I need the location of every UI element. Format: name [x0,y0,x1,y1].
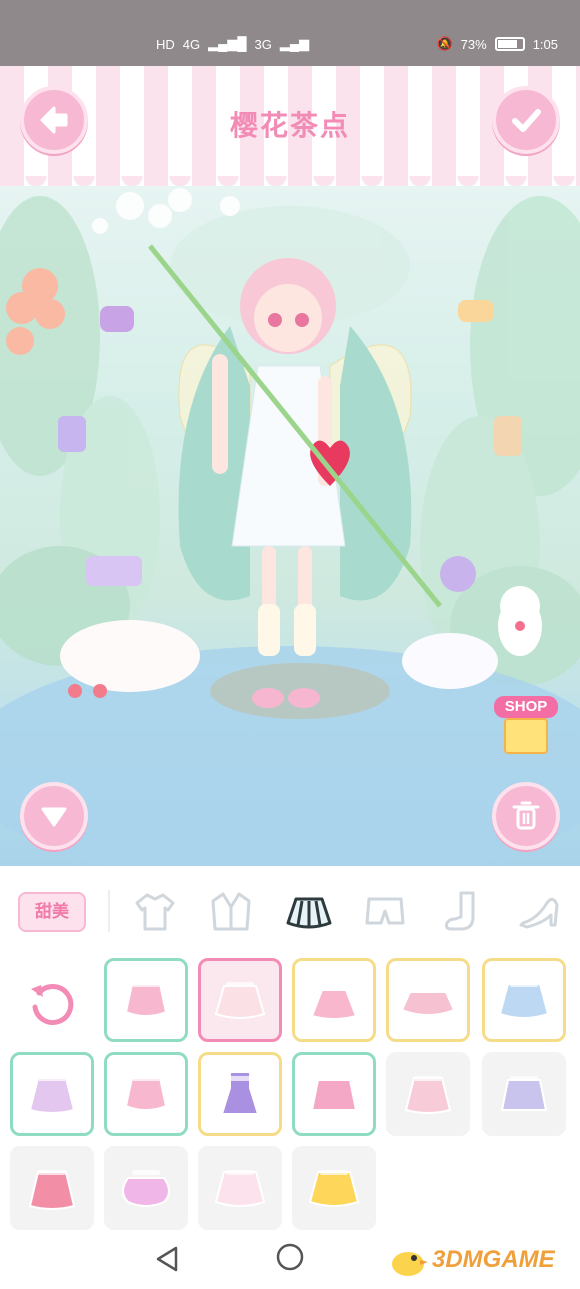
skirt-item-5[interactable] [482,958,566,1042]
suspender-tutu-icon [310,982,358,1020]
arrow-left-icon [40,106,68,134]
skirt-item-1[interactable] [104,958,188,1042]
skirt-item-10[interactable] [386,1052,470,1136]
clock: 1:05 [532,36,558,52]
skirt-item-13[interactable] [104,1146,188,1230]
battery-icon [494,37,525,51]
skirt-item-6[interactable] [10,1052,94,1136]
category-tab-shorts[interactable] [360,886,410,936]
shop-icon [504,718,548,754]
watermark: 3DMGAME [388,1242,555,1278]
outfit-title: 樱花茶点 [229,109,350,142]
overall-dress-icon [220,1071,260,1115]
category-divider [108,890,110,932]
delete-button[interactable] [492,782,560,850]
nav-home-icon [276,1243,304,1271]
tiered-skirt-icon [498,982,550,1019]
triangle-down-icon [41,807,67,827]
shop-button[interactable]: SHOP [494,696,558,756]
skirt-icon [286,897,332,929]
dressup-scene [0,186,580,866]
battery-percent: 73% [460,36,487,52]
confirm-button[interactable] [492,86,560,154]
ruffle-skirt-icon [124,1076,168,1111]
white-cat-illustration [498,586,542,656]
ruffle-skirt-icon [124,982,168,1017]
tshirt-icon [135,893,175,931]
category-tab-jacket[interactable] [206,886,256,936]
watermark-text: 3DMGAME [432,1246,555,1273]
skirt-item-8[interactable] [198,1052,282,1136]
puffy-skirt-icon [400,982,456,1016]
4g-indicator: 4G [182,36,201,52]
skirt-item-9[interactable] [292,1052,376,1136]
mute-bell-icon: 🔕 [436,36,453,51]
sock-icon [445,891,475,931]
category-tab-skirt[interactable] [284,886,334,936]
category-tab-socks[interactable] [438,886,488,936]
skirt-item-2[interactable] [198,958,282,1042]
bubble-skirt-icon [122,1170,170,1207]
undo-icon [31,984,74,1025]
polka-skirt-icon [28,1170,76,1210]
style-tag-sweet[interactable]: 甜美 [18,892,86,932]
plaid-skirt-icon [310,1076,358,1111]
tiered-skirt-icon [214,1170,266,1207]
signal-icon: ▂▄▆█ [208,36,247,51]
chick-logo-icon [392,1252,428,1276]
jacket-icon [211,892,251,931]
hd-indicator: HD [156,36,175,52]
skirt-item-3[interactable] [292,958,376,1042]
high-heel-icon [519,897,559,929]
skirt-item-7[interactable] [104,1052,188,1136]
category-tab-shoes[interactable] [514,886,564,936]
tiered-skirt-icon [308,1170,360,1207]
back-button[interactable] [20,86,88,154]
check-icon [512,109,541,132]
skirt-item-4[interactable] [386,958,470,1042]
status-network: HD 4G ▂▄▆█ 3G ▂▄▆ [156,36,309,52]
status-bar: HD 4G ▂▄▆█ 3G ▂▄▆ 🔕 73% 1:05 [0,0,580,66]
scene-illustration [0,188,580,866]
reset-button[interactable] [22,972,82,1032]
plaid-skirt-icon [500,1076,548,1111]
skirt-item-12[interactable] [10,1146,94,1230]
character-doll-illustration [148,244,442,708]
collapse-button[interactable] [20,782,88,850]
category-tab-top[interactable] [130,886,180,936]
3g-indicator: 3G [254,36,272,52]
skirt-item-14[interactable] [198,1146,282,1230]
pleated-skirt-icon [28,1076,76,1114]
shorts-icon [365,897,405,925]
trash-icon [512,801,540,830]
pleated-skirt-icon [404,1076,452,1114]
floral-skirt-icon [214,982,266,1019]
signal-icon: ▂▄▆ [279,36,310,51]
shop-label: SHOP [494,696,558,718]
skirt-item-15[interactable] [292,1146,376,1230]
skirt-item-11[interactable] [482,1052,566,1136]
nav-back-icon [156,1246,178,1272]
status-system: 🔕 73% 1:05 [436,36,558,52]
